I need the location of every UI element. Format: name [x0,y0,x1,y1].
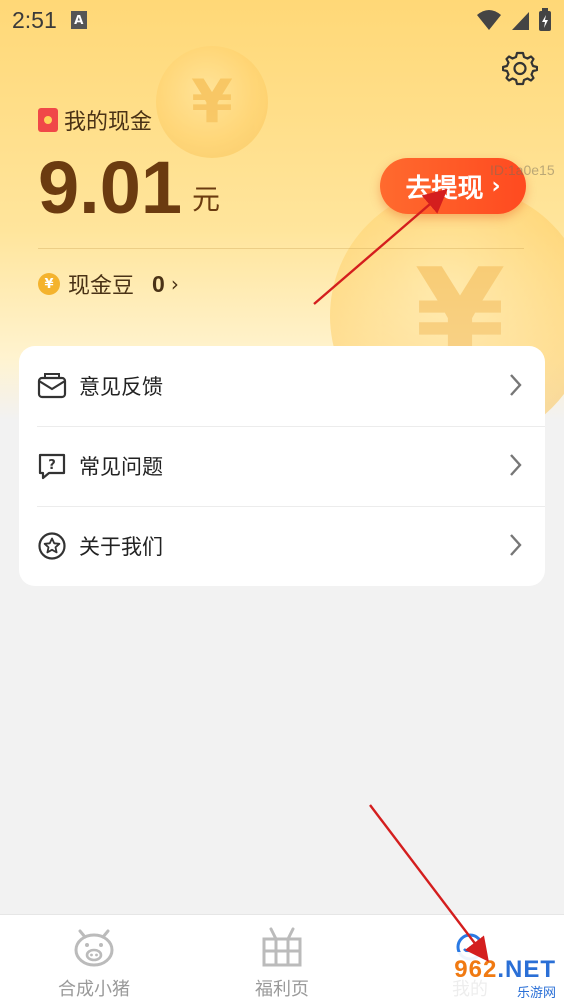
tab-pig[interactable]: 合成小猪 [0,915,188,1004]
menu-item-label: 意见反馈 [79,375,163,399]
tab-welfare[interactable]: 福利页 [188,915,376,1004]
red-packet-icon [38,108,58,132]
site-watermark-logo: 962.NET 乐游网 [424,952,564,1004]
watermark-domain: .NET [497,956,556,983]
menu-item-feedback[interactable]: 意见反馈 [19,346,545,426]
cash-beans-row[interactable]: ¥ 现金豆 0 › [38,268,179,300]
chevron-right-icon [510,374,522,396]
menu-card: 意见反馈 ? 常见问题 关于我们 [19,346,545,586]
star-circle-icon [37,531,67,561]
bean-coin-icon: ¥ [38,273,60,295]
withdraw-label: 去提现 [405,173,484,204]
beans-value: 0 [152,270,165,297]
chevron-right-icon [510,454,522,476]
gear-icon [502,51,538,86]
settings-button[interactable] [500,48,540,88]
notification-icon: A [70,11,87,29]
chevron-right-icon [510,534,522,556]
cash-label: 我的现金 [64,110,153,135]
menu-item-faq[interactable]: ? 常见问题 [19,426,545,506]
svg-text:?: ? [48,458,56,473]
tab-label: 合成小猪 [58,979,130,1000]
gift-icon [259,925,305,969]
status-time: 2:51 [12,6,57,33]
cash-amount-unit: 元 [192,183,221,216]
menu-item-label: 关于我们 [79,535,163,559]
divider [38,248,524,249]
watermark-number: 962 [454,956,498,983]
feedback-envelope-icon [37,371,67,401]
cash-amount-value: 9.01 [38,146,183,229]
watermark-site-name: 乐游网 [516,986,556,1001]
battery-icon [539,8,551,31]
wifi-icon [477,10,501,30]
pig-icon [71,925,117,969]
beans-label: 现金豆 [68,274,135,299]
decorative-coin: ¥ [156,46,268,158]
status-bar: 2:51 A [0,0,564,40]
overlay-id-text: ID:1a0e15 [490,162,555,178]
signal-icon [512,12,529,30]
cash-title: 我的现金 [38,104,152,136]
cash-amount: 9.01 元 [38,148,220,228]
menu-item-about[interactable]: 关于我们 [19,506,545,586]
menu-item-label: 常见问题 [79,455,163,479]
chevron-right-icon: › [170,272,179,296]
tab-label: 福利页 [255,979,309,1000]
question-bubble-icon: ? [37,451,67,481]
